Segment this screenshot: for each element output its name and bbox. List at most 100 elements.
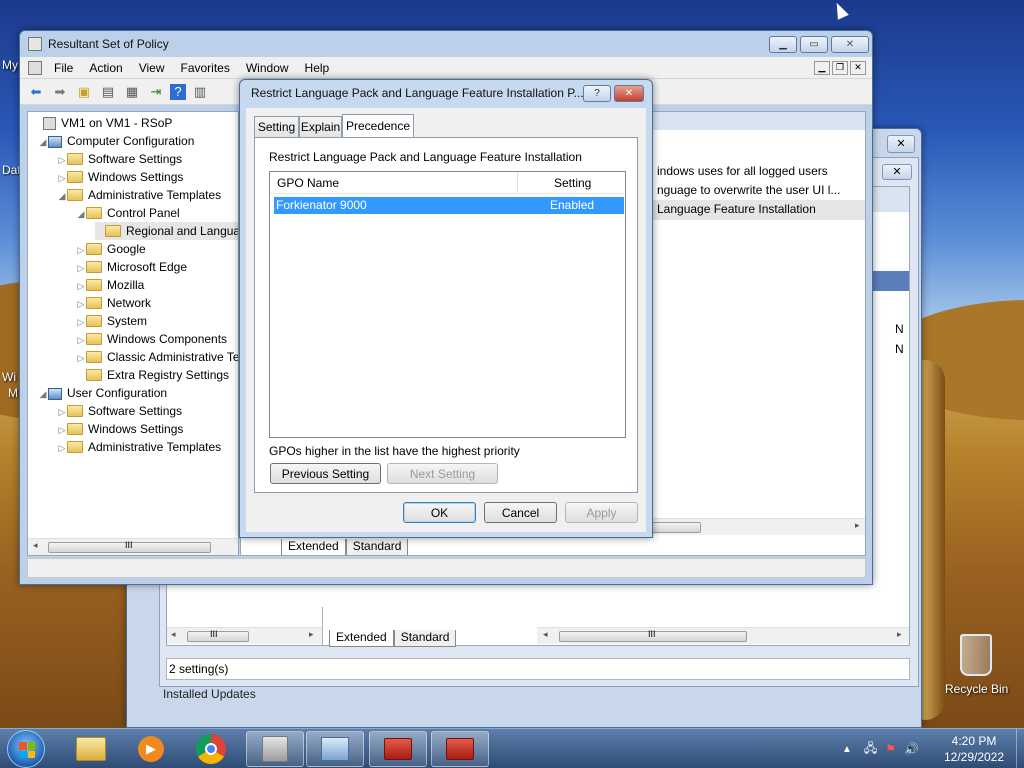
desktop-icon-label[interactable]: M (8, 386, 18, 400)
tree-item[interactable]: Regional and Langua (95, 222, 238, 240)
tree-item[interactable]: ◢ Control Panel (76, 204, 180, 222)
tab-setting[interactable]: Setting (254, 116, 299, 137)
expand-arrow-icon[interactable]: ◢ (38, 385, 48, 403)
tree-item[interactable]: ▷ Software Settings (57, 150, 183, 169)
collapse-arrow-icon[interactable]: ▷ (57, 151, 67, 169)
export-list-icon[interactable]: ⇥ (146, 83, 166, 101)
tree-item[interactable]: Extra Registry Settings (76, 366, 229, 384)
tree-item[interactable]: ▷ Google (76, 240, 146, 258)
tree-item[interactable]: ▷ Windows Settings (57, 420, 184, 439)
column-setting[interactable]: Setting (554, 176, 591, 190)
collapse-arrow-icon[interactable]: ▷ (76, 349, 86, 367)
tree-hscroll[interactable]: ◂ III (28, 538, 238, 555)
taskbar-chrome[interactable] (182, 731, 240, 767)
scroll-right-icon[interactable]: ▸ (855, 520, 860, 531)
menu-help[interactable]: Help (297, 61, 338, 75)
back-left-scroll-thumb[interactable]: III (187, 629, 249, 642)
collapse-arrow-icon[interactable]: ▷ (76, 259, 86, 277)
back-right-scroll-thumb[interactable]: III (559, 629, 747, 642)
tree-item[interactable]: ▷ Windows Settings (57, 168, 184, 187)
collapse-arrow-icon[interactable]: ▷ (57, 403, 67, 421)
taskbar-control-panel[interactable] (246, 731, 304, 767)
back-inner-close-button[interactable]: ✕ (882, 164, 912, 180)
tab-standard[interactable]: Standard (345, 539, 409, 555)
tab-extended[interactable]: Extended (329, 630, 394, 647)
rsop-titlebar[interactable]: Resultant Set of Policy ▁ ▭ ✕ (20, 31, 872, 57)
collapse-arrow-icon[interactable]: ▷ (57, 421, 67, 439)
back-right-hscroll[interactable]: ◂ III ▸ (537, 627, 909, 644)
expand-arrow-icon[interactable]: ◢ (57, 187, 67, 205)
ok-button[interactable]: OK (403, 502, 476, 523)
details-scroll-thumb[interactable] (651, 522, 701, 533)
gpo-row-selected[interactable]: Forkienator 9000 Enabled (274, 197, 624, 214)
menu-action[interactable]: Action (81, 61, 130, 75)
back-arrow-icon[interactable]: ⬅ (26, 83, 46, 101)
tree-item[interactable]: ◢ User Configuration (38, 384, 168, 403)
tab-standard[interactable]: Standard (393, 630, 457, 647)
expand-arrow-icon[interactable]: ◢ (38, 133, 48, 151)
collapse-arrow-icon[interactable]: ▷ (76, 313, 86, 331)
desktop-icon-label[interactable]: Wi (2, 370, 16, 384)
collapse-arrow-icon[interactable]: ▷ (76, 331, 86, 349)
scroll-left-icon[interactable]: ◂ (171, 629, 176, 640)
tree-item[interactable]: VM1 on VM1 - RSoP (33, 114, 172, 132)
show-hide-tree-icon[interactable]: ▤ (98, 83, 118, 101)
taskbar-media-player[interactable]: ▶ (122, 731, 180, 767)
gpo-list[interactable]: GPO Name Setting Forkienator 9000 Enable… (269, 171, 626, 438)
taskbar-mmc[interactable] (306, 731, 364, 767)
tree-item[interactable]: ▷ Mozilla (76, 276, 145, 294)
desktop-icon-label[interactable]: Dat (2, 163, 21, 177)
show-hidden-icons-icon[interactable]: ▲ (842, 744, 852, 755)
taskbar-toolbox-1[interactable] (369, 731, 427, 767)
desktop-icon-label[interactable]: My (2, 58, 18, 72)
expand-arrow-icon[interactable]: ◢ (76, 205, 86, 223)
child-close-button[interactable]: ✕ (850, 60, 866, 75)
dialog-close-button[interactable]: ✕ (614, 84, 644, 102)
taskbar-toolbox-2[interactable] (431, 731, 489, 767)
policy-row[interactable]: indows uses for all logged users (657, 164, 828, 178)
details-hscroll[interactable]: ▸ (651, 518, 865, 535)
dialog-help-button[interactable]: ? (583, 84, 611, 102)
tree-item[interactable]: ▷ Administrative Templates (57, 438, 222, 457)
recycle-bin[interactable]: Recycle Bin (940, 630, 1014, 700)
show-desktop-button[interactable] (1016, 729, 1024, 768)
up-folder-icon[interactable]: ▣ (74, 83, 94, 101)
collapse-arrow-icon[interactable]: ▷ (57, 439, 67, 457)
policy-row[interactable]: nguage to overwrite the user UI l... (657, 183, 840, 197)
action-center-icon[interactable]: ⚑ (885, 742, 896, 756)
volume-icon[interactable]: 🔊 (904, 742, 919, 756)
close-button[interactable]: ✕ (831, 35, 869, 53)
menu-window[interactable]: Window (238, 61, 297, 75)
child-restore-button[interactable]: ❐ (832, 60, 848, 75)
back-window-close-button[interactable]: ✕ (887, 135, 915, 153)
scroll-left-icon[interactable]: ◂ (543, 629, 548, 640)
child-minimize-button[interactable]: ▁ (814, 60, 830, 75)
tab-precedence[interactable]: Precedence (342, 114, 414, 137)
back-left-hscroll[interactable]: ◂ III ▸ (167, 627, 322, 644)
scroll-left-icon[interactable]: ◂ (33, 540, 38, 551)
help-icon[interactable]: ? (170, 83, 186, 100)
tree-item[interactable]: ▷ Software Settings (57, 402, 183, 421)
menu-favorites[interactable]: Favorites (173, 61, 238, 75)
properties-icon[interactable]: ▦ (122, 83, 142, 101)
tree-item[interactable]: ▷ Classic Administrative Te (76, 348, 238, 367)
tab-extended[interactable]: Extended (281, 539, 346, 555)
tree-item[interactable]: ◢ Computer Configuration (38, 132, 195, 151)
tree-item[interactable]: ▷ Network (76, 294, 151, 312)
tree-scroll-thumb[interactable]: III (48, 540, 211, 553)
minimize-button[interactable]: ▁ (769, 35, 797, 53)
action-pane-icon[interactable]: ▥ (190, 83, 210, 101)
tree-item[interactable]: ▷ Windows Components (76, 330, 228, 349)
dialog-titlebar[interactable]: Restrict Language Pack and Language Feat… (240, 80, 652, 106)
collapse-arrow-icon[interactable]: ▷ (76, 295, 86, 313)
scroll-right-icon[interactable]: ▸ (309, 629, 314, 640)
collapse-arrow-icon[interactable]: ▷ (57, 169, 67, 187)
previous-setting-button[interactable]: Previous Setting (270, 463, 381, 484)
collapse-arrow-icon[interactable]: ▷ (76, 241, 86, 259)
apply-button[interactable]: Apply (565, 502, 638, 523)
maximize-button[interactable]: ▭ (800, 35, 828, 53)
next-setting-button[interactable]: Next Setting (387, 463, 498, 484)
policy-row-selected[interactable]: Language Feature Installation (651, 200, 865, 220)
column-gpo-name[interactable]: GPO Name (277, 176, 339, 190)
menu-file[interactable]: File (46, 61, 81, 75)
